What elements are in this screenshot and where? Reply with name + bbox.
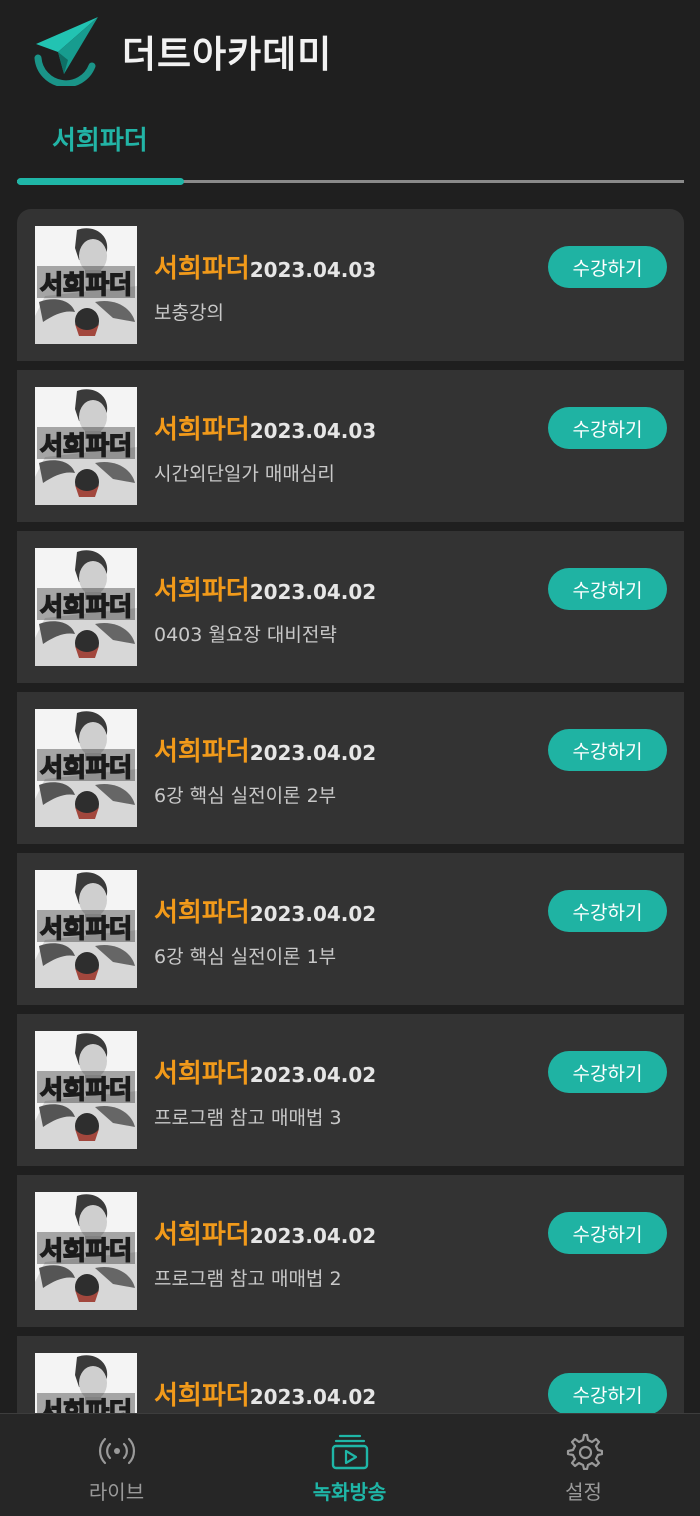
live-broadcast-icon [98, 1437, 136, 1465]
course-title: 서희파더2023.04.02 [154, 570, 376, 607]
paper-plane-logo-icon [34, 17, 98, 86]
course-thumbnail: 서희파더 [35, 1031, 137, 1149]
course-instructor-name: 서희파더 [154, 254, 250, 284]
enroll-button[interactable]: 수강하기 [548, 729, 667, 771]
course-card[interactable]: 서희파더 서희파더2023.04.02 0403 월요장 대비전략 수강하기 [17, 531, 684, 683]
course-card[interactable]: 서희파더 서희파더2023.04.02 프로그램 참고 매매법 3 수강하기 [17, 1014, 684, 1166]
recorded-video-icon [331, 1434, 369, 1470]
svg-text:서희파더: 서희파더 [40, 592, 132, 621]
course-date: 2023.04.02 [249, 1224, 377, 1248]
course-date: 2023.04.02 [249, 580, 377, 604]
nav-recorded[interactable]: 녹화방송 [233, 1414, 466, 1516]
enroll-button[interactable]: 수강하기 [548, 1373, 667, 1414]
course-card[interactable]: 서희파더 서희파더2023.04.02 프로그램 참고 매매법 2 수강하기 [17, 1175, 684, 1327]
course-date: 2023.04.02 [249, 902, 377, 926]
bottom-navigation: 라이브 녹화방송 설정 [0, 1413, 700, 1516]
course-card[interactable]: 서희파더 서희파더2023.04.02 6강 핵심 실전이론 2부 수강하기 [17, 692, 684, 844]
enroll-button[interactable]: 수강하기 [548, 407, 667, 449]
enroll-button[interactable]: 수강하기 [548, 568, 667, 610]
enroll-button[interactable]: 수강하기 [548, 1051, 667, 1093]
enroll-button[interactable]: 수강하기 [548, 1212, 667, 1254]
course-date: 2023.04.02 [249, 1385, 377, 1409]
course-thumbnail: 서희파더 [35, 387, 137, 505]
svg-text:서희파더: 서희파더 [40, 753, 132, 782]
course-thumbnail: 서희파더 [35, 709, 137, 827]
course-title: 서희파더2023.04.02 [154, 892, 376, 929]
course-subtitle: 프로그램 참고 매매법 2 [154, 1268, 342, 1290]
course-thumbnail: 서희파더 [35, 226, 137, 344]
course-instructor-name: 서희파더 [154, 898, 250, 928]
course-subtitle: 0403 월요장 대비전략 [154, 624, 337, 646]
svg-text:서희파더: 서희파더 [40, 270, 132, 299]
course-subtitle: 시간외단일가 매매심리 [154, 463, 335, 485]
course-thumbnail: 서희파더 [35, 870, 137, 988]
course-date: 2023.04.02 [249, 741, 377, 765]
course-card[interactable]: 서희파더 서희파더2023.04.02 6강 핵심 실전이론 1부 수강하기 [17, 853, 684, 1005]
app-header: 더트아카데미 [0, 0, 700, 100]
svg-text:서희파더: 서희파더 [40, 1075, 132, 1104]
course-subtitle: 프로그램 참고 매매법 3 [154, 1107, 342, 1129]
course-instructor-name: 서희파더 [154, 1220, 250, 1250]
course-instructor-name: 서희파더 [154, 1381, 250, 1411]
course-title: 서희파더2023.04.02 [154, 1375, 376, 1412]
nav-settings-label: 설정 [565, 1480, 602, 1504]
gear-icon [566, 1433, 603, 1470]
course-title: 서희파더2023.04.03 [154, 248, 376, 285]
nav-live[interactable]: 라이브 [0, 1414, 233, 1516]
svg-text:서희파더: 서희파더 [40, 1397, 132, 1414]
course-title: 서희파더2023.04.02 [154, 1053, 376, 1090]
course-date: 2023.04.03 [249, 258, 377, 282]
app-title: 더트아카데미 [122, 33, 333, 76]
tab-bar: 서희파더 [0, 110, 700, 190]
course-thumbnail: 서희파더 [35, 1353, 137, 1414]
svg-text:서희파더: 서희파더 [40, 431, 132, 460]
course-list[interactable]: 서희파더 서희파더2023.04.03 보충강의 수강하기 서희파더 서희파더2… [17, 209, 684, 1414]
course-subtitle: 6강 핵심 실전이론 2부 [154, 785, 337, 807]
course-title: 서희파더2023.04.02 [154, 1214, 376, 1251]
nav-settings[interactable]: 설정 [467, 1414, 700, 1516]
nav-live-label: 라이브 [88, 1480, 145, 1504]
course-instructor-name: 서희파더 [154, 1059, 250, 1089]
course-subtitle: 보충강의 [154, 302, 224, 324]
course-title: 서희파더2023.04.03 [154, 409, 376, 446]
tab-active-indicator [17, 178, 184, 185]
tab-seohui-father[interactable]: 서희파더 [52, 120, 148, 157]
course-instructor-name: 서희파더 [154, 737, 250, 767]
svg-text:서희파더: 서희파더 [40, 914, 132, 943]
course-thumbnail: 서희파더 [35, 1192, 137, 1310]
course-date: 2023.04.02 [249, 1063, 377, 1087]
course-instructor-name: 서희파더 [154, 415, 250, 445]
course-card[interactable]: 서희파더 서희파더2023.04.03 시간외단일가 매매심리 수강하기 [17, 370, 684, 522]
course-thumbnail: 서희파더 [35, 548, 137, 666]
course-subtitle: 6강 핵심 실전이론 1부 [154, 946, 337, 968]
svg-text:서희파더: 서희파더 [40, 1236, 132, 1265]
course-card[interactable]: 서희파더 서희파더2023.04.03 보충강의 수강하기 [17, 209, 684, 361]
nav-recorded-label: 녹화방송 [312, 1480, 387, 1504]
enroll-button[interactable]: 수강하기 [548, 890, 667, 932]
course-card[interactable]: 서희파더 서희파더2023.04.02 수강하기 [17, 1336, 684, 1414]
course-title: 서희파더2023.04.02 [154, 731, 376, 768]
enroll-button[interactable]: 수강하기 [548, 246, 667, 288]
course-instructor-name: 서희파더 [154, 576, 250, 606]
course-date: 2023.04.03 [249, 419, 377, 443]
